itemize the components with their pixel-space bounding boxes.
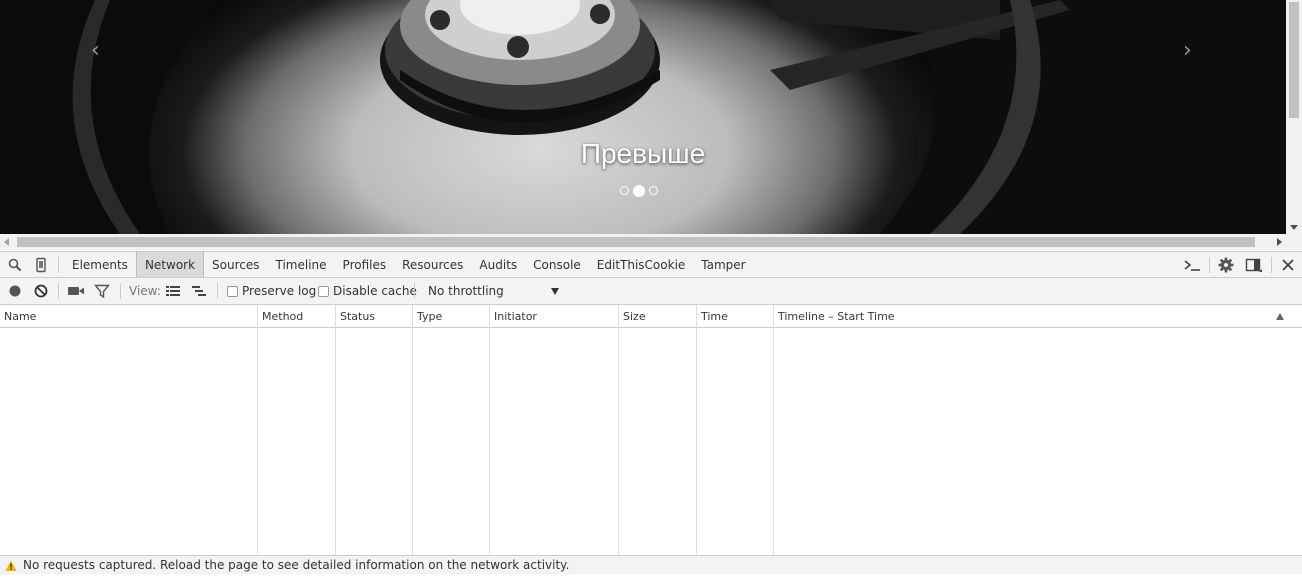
column-header-name[interactable]: Name (0, 305, 36, 327)
status-message: No requests captured. Reload the page to… (23, 558, 570, 572)
scroll-down-arrow-icon[interactable] (1290, 225, 1298, 230)
carousel-slide-image (0, 0, 1286, 234)
network-requests-grid: Name Method Status Type Initiator Size T… (0, 305, 1302, 555)
network-status-bar: No requests captured. Reload the page to… (0, 555, 1302, 574)
column-header-type[interactable]: Type (413, 305, 442, 327)
column-header-status[interactable]: Status (336, 305, 375, 327)
throttling-select[interactable]: No throttling (428, 278, 563, 304)
toolbar-divider (1209, 257, 1210, 273)
checkbox-box[interactable] (318, 286, 329, 297)
record-icon[interactable] (7, 283, 23, 299)
tab-elements[interactable]: Elements (64, 252, 136, 277)
devtools-tabs: Elements Network Sources Timeline Profil… (64, 252, 754, 278)
large-rows-icon[interactable] (165, 283, 181, 299)
image-carousel: ‹ › Превыше (0, 0, 1286, 234)
dock-side-icon[interactable] (1245, 257, 1262, 273)
search-icon[interactable] (7, 257, 23, 273)
carousel-indicator[interactable] (620, 186, 629, 195)
devtools-panel: Elements Network Sources Timeline Profil… (0, 251, 1302, 574)
carousel-next-button[interactable]: › (1183, 38, 1192, 63)
warning-icon (5, 559, 17, 577)
overview-icon[interactable] (191, 283, 207, 299)
carousel-indicator[interactable] (649, 186, 658, 195)
column-header-initiator[interactable]: Initiator (490, 305, 537, 327)
page-vertical-scrollbar[interactable] (1286, 0, 1302, 234)
filter-icon[interactable] (94, 283, 110, 299)
toolbar-divider (1271, 257, 1272, 273)
horizontal-scroll-thumb[interactable] (17, 237, 1255, 247)
scroll-left-arrow-icon[interactable] (4, 238, 9, 246)
settings-icon[interactable] (1218, 257, 1234, 273)
tab-tamper[interactable]: Tamper (693, 252, 753, 277)
column-divider[interactable] (618, 305, 619, 555)
column-divider[interactable] (257, 305, 258, 555)
console-drawer-icon[interactable] (1183, 257, 1200, 273)
vertical-scroll-thumb[interactable] (1289, 2, 1299, 118)
column-divider[interactable] (773, 305, 774, 555)
checkbox-box[interactable] (227, 286, 238, 297)
close-icon[interactable] (1280, 257, 1296, 273)
toolbar-divider (217, 283, 218, 299)
disable-cache-checkbox[interactable]: Disable cache (318, 278, 417, 304)
toolbar-divider (414, 283, 415, 299)
tab-network[interactable]: Network (135, 252, 205, 277)
column-header-size[interactable]: Size (619, 305, 646, 327)
carousel-prev-button[interactable]: ‹ (91, 38, 100, 63)
toolbar-divider (58, 257, 59, 273)
capture-screenshots-icon[interactable] (67, 283, 84, 299)
preserve-log-checkbox[interactable]: Preserve log (227, 278, 316, 304)
column-header-time[interactable]: Time (697, 305, 728, 327)
column-header-timeline[interactable]: Timeline – Start Time (774, 305, 895, 327)
sort-ascending-icon[interactable] (1276, 313, 1284, 320)
device-mode-icon[interactable] (33, 257, 49, 273)
grid-header: Name Method Status Type Initiator Size T… (0, 305, 1302, 328)
tab-editthiscookie[interactable]: EditThisCookie (589, 252, 694, 277)
scroll-right-arrow-icon[interactable] (1277, 238, 1282, 246)
column-divider[interactable] (696, 305, 697, 555)
page-horizontal-scrollbar[interactable] (0, 234, 1302, 250)
toolbar-divider (58, 283, 59, 299)
column-divider[interactable] (489, 305, 490, 555)
tab-audits[interactable]: Audits (471, 252, 525, 277)
toolbar-divider (120, 283, 121, 299)
view-label: View: (129, 284, 161, 298)
page-viewport: ‹ › Превыше (0, 0, 1302, 234)
dropdown-arrow-icon[interactable] (551, 288, 559, 295)
carousel-indicators (620, 185, 658, 197)
preserve-log-label: Preserve log (242, 284, 317, 298)
throttling-value: No throttling (428, 284, 504, 298)
tab-timeline[interactable]: Timeline (268, 252, 335, 277)
carousel-indicator-active[interactable] (633, 185, 645, 197)
disable-cache-label: Disable cache (333, 284, 417, 298)
column-divider[interactable] (335, 305, 336, 555)
column-divider[interactable] (412, 305, 413, 555)
network-toolbar: View: Preserve log Disable cache No thro… (0, 278, 1302, 305)
tab-profiles[interactable]: Profiles (335, 252, 395, 277)
tab-resources[interactable]: Resources (394, 252, 471, 277)
devtools-tabbar: Elements Network Sources Timeline Profil… (0, 251, 1302, 278)
slide-caption: Превыше (580, 138, 706, 169)
clear-icon[interactable] (33, 283, 49, 299)
column-header-method[interactable]: Method (258, 305, 303, 327)
tab-sources[interactable]: Sources (204, 252, 267, 277)
tab-console[interactable]: Console (525, 252, 589, 277)
